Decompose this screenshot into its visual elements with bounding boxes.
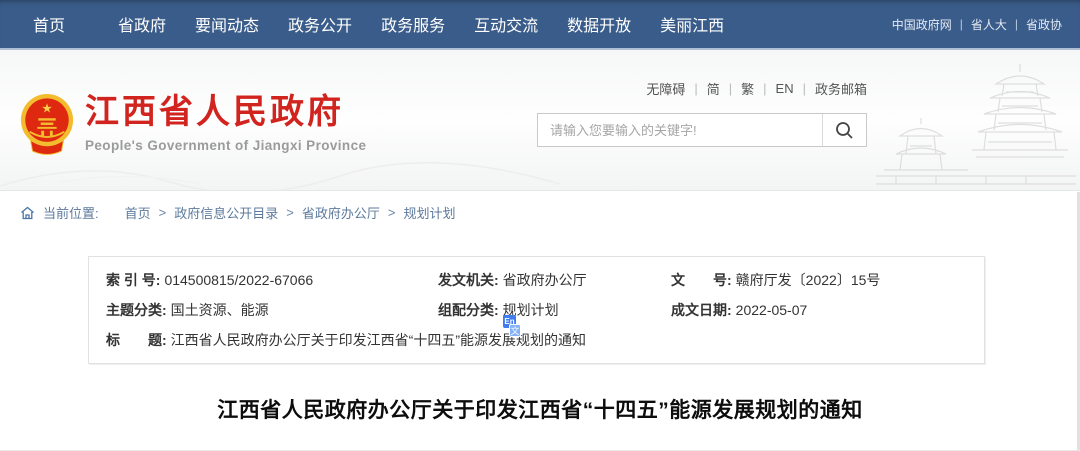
breadcrumb-location-label: 当前位置: (43, 203, 99, 222)
breadcrumb-link[interactable]: 规划计划 (403, 203, 455, 222)
meta-field-value: 江西省人民政府办公厅关于印发江西省“十四五”能源发展规划的通知 (171, 330, 586, 350)
external-site-link[interactable]: 省政协 (1026, 16, 1062, 33)
utility-link[interactable]: 无障碍 (646, 79, 685, 98)
meta-field-value: 省政府办公厅 (503, 270, 587, 290)
external-site-link[interactable]: 省人大 (971, 16, 1007, 33)
separator: | (803, 81, 806, 96)
nav-menu-item[interactable]: 互动交流 (474, 12, 538, 36)
meta-field-value: 国土资源、能源 (171, 300, 269, 320)
meta-field-label: 文 号: (671, 270, 732, 290)
site-brand[interactable]: ★ 江西省人民政府 People's Government of Jiangxi… (18, 92, 366, 156)
external-site-link[interactable]: 中国政府网 (892, 16, 952, 33)
meta-field: 组配分类: 规划计划 (438, 300, 671, 320)
meta-field-label: 索 引 号: (106, 270, 160, 290)
search-bar (537, 113, 867, 147)
meta-field-value: 2022-05-07 (736, 302, 808, 318)
utility-link[interactable]: EN (776, 81, 794, 96)
document-content: 索 引 号: 014500815/2022-67066 发文机关: 省政府办公厅… (0, 234, 1080, 451)
meta-field: 主题分类: 国土资源、能源 (89, 300, 438, 320)
meta-field: 索 引 号: 014500815/2022-67066 (89, 270, 438, 290)
meta-row: 索 引 号: 014500815/2022-67066 发文机关: 省政府办公厅… (89, 265, 984, 295)
site-subtitle: People's Government of Jiangxi Province (85, 138, 366, 153)
nav-menu-item[interactable]: 省政府 (118, 12, 166, 36)
nav-menu-item[interactable]: 首页 (33, 12, 65, 36)
utility-link[interactable]: 简 (707, 79, 720, 98)
separator: | (729, 81, 732, 96)
breadcrumb: 当前位置: 首页 > 政府信息公开目录 > 省政府办公厅 > 规划计划 (0, 190, 1080, 234)
search-icon (835, 121, 854, 140)
meta-field-label: 组配分类: (438, 300, 499, 320)
separator: | (763, 81, 766, 96)
separator: > (159, 205, 167, 220)
breadcrumb-link[interactable]: 政府信息公开目录 (174, 203, 278, 222)
separator: | (1015, 17, 1018, 31)
translate-wen-label: 文 (509, 324, 521, 337)
nav-external-links: 中国政府网 | 省人大 | 省政协 (892, 16, 1062, 33)
site-title: 江西省人民政府 (85, 95, 366, 129)
separator: > (388, 205, 396, 220)
meta-field: 标 题: 江西省人民政府办公厅关于印发江西省“十四五”能源发展规划的通知 (89, 330, 984, 350)
breadcrumb-link[interactable]: 省政府办公厅 (302, 203, 380, 222)
meta-field-label: 发文机关: (438, 270, 499, 290)
nav-menu-item[interactable]: 美丽江西 (660, 12, 724, 36)
national-emblem-logo: ★ (18, 92, 76, 156)
nav-menu: 首页 省政府 要闻动态 政务公开 政务服务 互动交流 数据开放 美丽江西 (33, 12, 724, 36)
top-navigation-bar: 首页 省政府 要闻动态 政务公开 政务服务 互动交流 数据开放 美丽江西 中国政府网 | 省人大 |… (0, 0, 1080, 50)
pavilion-sketch-decoration (876, 62, 1076, 190)
nav-menu-item[interactable]: 要闻动态 (195, 12, 259, 36)
meta-field-value: 014500815/2022-67066 (164, 272, 313, 288)
separator: > (286, 205, 294, 220)
document-meta-table: 索 引 号: 014500815/2022-67066 发文机关: 省政府办公厅… (88, 256, 985, 364)
breadcrumb-link[interactable]: 首页 (125, 203, 151, 222)
meta-field-label: 主题分类: (106, 300, 167, 320)
separator: | (694, 81, 697, 96)
search-button[interactable] (822, 114, 866, 146)
meta-field: 成文日期: 2022-05-07 (671, 300, 984, 320)
meta-field: 文 号: 赣府厅发〔2022〕15号 (671, 270, 984, 290)
brand-text: 江西省人民政府 People's Government of Jiangxi P… (85, 95, 366, 153)
meta-field-label: 标 题: (106, 330, 167, 350)
meta-field: 发文机关: 省政府办公厅 (438, 270, 671, 290)
home-icon[interactable] (20, 206, 35, 220)
utility-link[interactable]: 政务邮箱 (815, 79, 867, 98)
translate-extension-badge[interactable]: En 文 (503, 315, 521, 337)
nav-menu-item[interactable]: 政务公开 (288, 12, 352, 36)
svg-text:★: ★ (41, 101, 52, 115)
breadcrumb-links: 首页 > 政府信息公开目录 > 省政府办公厅 > 规划计划 (125, 203, 456, 222)
meta-row: 主题分类: 国土资源、能源 组配分类: 规划计划 成文日期: 2022-05-0… (89, 295, 984, 325)
meta-field-value: 赣府厅发〔2022〕15号 (736, 270, 881, 290)
utility-links: 无障碍 | 简 | 繁 | EN | 政务邮箱 (646, 79, 867, 98)
article-title: 江西省人民政府办公厅关于印发江西省“十四五”能源发展规划的通知 (0, 394, 1080, 424)
nav-menu-item[interactable]: 政务服务 (381, 12, 445, 36)
separator: | (960, 17, 963, 31)
search-input[interactable] (538, 114, 822, 146)
meta-field-label: 成文日期: (671, 300, 732, 320)
utility-link[interactable]: 繁 (741, 79, 754, 98)
site-header: ★ 江西省人民政府 People's Government of Jiangxi… (0, 50, 1080, 190)
page: 首页 省政府 要闻动态 政务公开 政务服务 互动交流 数据开放 美丽江西 中国政府网 | 省人大 |… (0, 0, 1080, 451)
meta-row-title: 标 题: 江西省人民政府办公厅关于印发江西省“十四五”能源发展规划的通知 (89, 325, 984, 355)
nav-menu-item[interactable]: 数据开放 (567, 12, 631, 36)
